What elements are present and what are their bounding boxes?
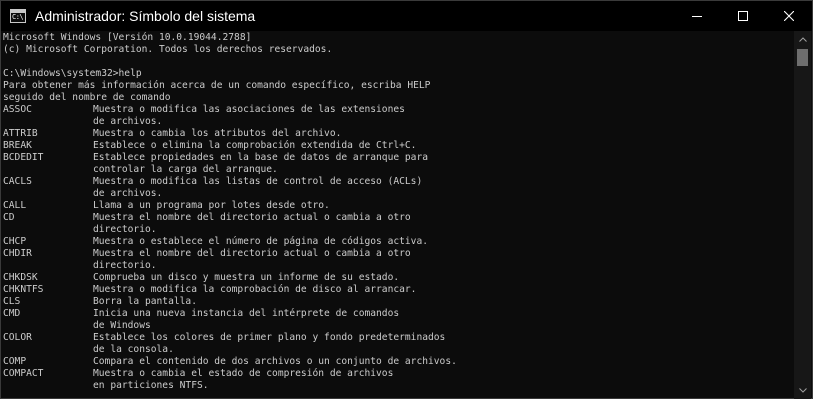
command-description: Borra la pantalla.	[93, 296, 197, 307]
command-description: controlar la carga del arranque.	[93, 164, 278, 175]
command-name: CLS	[3, 296, 21, 307]
command-name: CHKNTFS	[3, 284, 44, 295]
vertical-scrollbar[interactable]	[794, 31, 811, 399]
window-title: Administrador: Símbolo del sistema	[35, 8, 256, 24]
scroll-down-button[interactable]	[794, 382, 811, 399]
command-description: Muestra o establece el número de página …	[93, 236, 429, 247]
minimize-button[interactable]	[674, 1, 720, 31]
command-name: BCDEDIT	[3, 152, 44, 163]
scroll-up-button[interactable]	[794, 31, 811, 48]
console-header-line: Para obtener más información acerca de u…	[3, 80, 431, 91]
command-name: CALL	[3, 200, 27, 211]
command-description: de archivos.	[93, 116, 163, 127]
console-header-line: seguido del nombre de comando	[3, 92, 171, 103]
close-icon	[784, 11, 794, 21]
close-button[interactable]	[766, 1, 812, 31]
command-description: Muestra el nombre del directorio actual …	[93, 212, 411, 223]
command-description: Muestra o cambia el estado de compresión…	[93, 368, 394, 379]
command-description: Muestra o modifica la comprobación de di…	[93, 284, 417, 295]
minimize-icon	[692, 16, 702, 17]
command-name: COLOR	[3, 332, 32, 343]
command-description: Muestra el nombre del directorio actual …	[93, 248, 411, 259]
command-name: ATTRIB	[3, 128, 38, 139]
console-header-line: (c) Microsoft Corporation. Todos los der…	[3, 44, 333, 55]
console-header-line: C:\Windows\system32>help	[3, 68, 142, 79]
scroll-thumb[interactable]	[797, 49, 808, 66]
maximize-button[interactable]	[720, 1, 766, 31]
console-output[interactable]: Microsoft Windows [Versión 10.0.19044.27…	[2, 31, 795, 399]
command-name: BREAK	[3, 140, 32, 151]
command-name: CACLS	[3, 176, 32, 187]
maximize-icon	[738, 11, 748, 21]
command-name: CHDIR	[3, 248, 32, 259]
command-prompt-window: C:\ Administrador: Símbolo del sistema M…	[0, 0, 813, 399]
chevron-up-icon	[798, 37, 807, 42]
command-name: CMD	[3, 308, 21, 319]
chevron-down-icon	[798, 388, 807, 393]
command-description: de la consola.	[93, 344, 174, 355]
command-description: Muestra o cambia los atributos del archi…	[93, 128, 342, 139]
command-description: directorio.	[93, 224, 157, 235]
command-description: Establece los colores de primer plano y …	[93, 332, 446, 343]
command-description: Comprueba un disco y muestra un informe …	[93, 272, 400, 283]
command-prompt-icon[interactable]: C:\	[10, 9, 26, 23]
command-description: de archivos.	[93, 188, 163, 199]
command-description: Establece propiedades en la base de dato…	[93, 152, 429, 163]
command-description: Compara el contenido de dos archivos o u…	[93, 356, 457, 367]
command-name: CD	[3, 212, 15, 223]
command-description: Establece o elimina la comprobación exte…	[93, 140, 417, 151]
command-description: directorio.	[93, 260, 157, 271]
command-name: CHKDSK	[3, 272, 38, 283]
command-description: Llama a un programa por lotes desde otro…	[93, 200, 330, 211]
command-name: CHCP	[3, 236, 27, 247]
command-description: en particiones NTFS.	[93, 380, 209, 391]
console-header-line: Microsoft Windows [Versión 10.0.19044.27…	[3, 32, 252, 43]
command-name: COMPACT	[3, 368, 44, 379]
command-description: Muestra o modifica las asociaciones de l…	[93, 104, 405, 115]
window-controls	[674, 1, 812, 31]
command-description: Muestra o modifica las listas de control…	[93, 176, 423, 187]
command-description: Inicia una nueva instancia del intérpret…	[93, 308, 400, 319]
command-name: COMP	[3, 356, 27, 367]
title-bar[interactable]: C:\ Administrador: Símbolo del sistema	[1, 1, 812, 31]
command-name: ASSOC	[3, 104, 32, 115]
command-description: de Windows	[93, 320, 151, 331]
